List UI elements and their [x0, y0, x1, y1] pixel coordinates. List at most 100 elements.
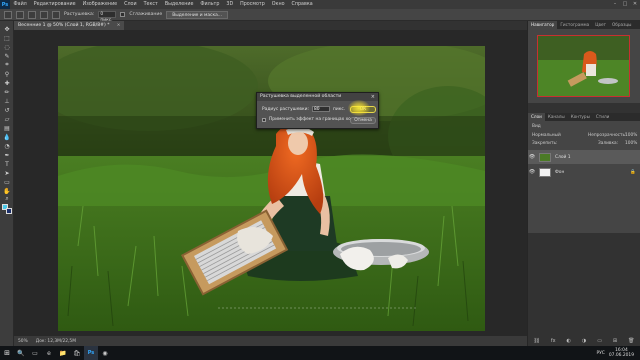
language-indicator[interactable]: РУС: [596, 351, 604, 356]
pen-tool-icon[interactable]: ✒: [2, 151, 12, 159]
start-button[interactable]: ⊞: [0, 346, 14, 360]
menu-3d[interactable]: 3D: [223, 2, 237, 7]
store-icon[interactable]: 🛍: [70, 346, 84, 360]
document-tab-bar: Весенние 1 @ 50% (Слой 1, RGB/8#) * ×: [14, 21, 527, 30]
eyedropper-icon[interactable]: ⚲: [2, 70, 12, 78]
select-and-mask-button[interactable]: Выделение и маска...: [166, 10, 228, 19]
link-layers-icon[interactable]: ⛓: [533, 338, 539, 346]
feather-label: Растушевка:: [64, 12, 95, 17]
zoom-level[interactable]: 50%: [18, 339, 28, 344]
subtract-selection-icon[interactable]: [40, 10, 48, 19]
history-brush-icon[interactable]: ↺: [2, 106, 12, 114]
eraser-icon[interactable]: ▱: [2, 115, 12, 123]
tab-navigator[interactable]: Навигатор: [528, 21, 558, 29]
maximize-icon[interactable]: □: [620, 0, 630, 9]
tab-channels[interactable]: Каналы: [545, 113, 568, 121]
lasso-tool-icon[interactable]: ◌: [2, 43, 12, 51]
tools-panel: ✥ ⬚ ◌ ✎ ⌗ ⚲ ✚ ✏ ⊥ ↺ ▱ ▤ 💧 ◔ ✒ T ➤ ▭ ✋ ⌕: [0, 21, 14, 346]
tab-histogram[interactable]: Гистограмма: [557, 21, 592, 29]
quick-select-icon[interactable]: ✎: [2, 52, 12, 60]
menu-image[interactable]: Изображение: [79, 2, 121, 7]
document-tab[interactable]: Весенние 1 @ 50% (Слой 1, RGB/8#) * ×: [14, 21, 124, 30]
menu-filter[interactable]: Фильтр: [197, 2, 223, 7]
photo-girl-in-grass: [58, 46, 485, 331]
layer-style-icon[interactable]: fx: [551, 338, 556, 346]
radius-input[interactable]: 80: [311, 106, 330, 112]
path-select-icon[interactable]: ➤: [2, 169, 12, 177]
blend-mode-select[interactable]: Нормальный: [532, 133, 561, 138]
background-color-swatch[interactable]: [6, 208, 12, 214]
menu-type[interactable]: Текст: [140, 2, 161, 7]
menu-window[interactable]: Окно: [268, 2, 288, 7]
layer-thumbnail: [539, 152, 551, 162]
search-icon[interactable]: 🔍: [14, 346, 28, 360]
window-controls: – □ ✕: [610, 0, 640, 9]
tab-color[interactable]: Цвет: [592, 21, 609, 29]
dialog-close-icon[interactable]: ×: [371, 93, 375, 101]
delete-layer-icon[interactable]: 🗑: [628, 338, 634, 346]
close-tab-icon[interactable]: ×: [117, 21, 121, 30]
apply-edges-checkbox[interactable]: [262, 117, 266, 122]
clock[interactable]: 16:04 07.06.2019: [609, 348, 634, 358]
antialias-checkbox[interactable]: [120, 12, 126, 17]
navigator-preview: [538, 36, 629, 96]
crop-tool-icon[interactable]: ⌗: [2, 61, 12, 69]
intersect-selection-icon[interactable]: [52, 10, 60, 19]
clone-stamp-icon[interactable]: ⊥: [2, 97, 12, 105]
healing-brush-icon[interactable]: ✚: [2, 79, 12, 87]
menu-edit[interactable]: Редактирование: [30, 2, 79, 7]
new-layer-icon[interactable]: ⊞: [613, 338, 617, 346]
menu-layers[interactable]: Слои: [121, 2, 140, 7]
feather-field[interactable]: 0 пикс.: [98, 11, 117, 23]
dodge-tool-icon[interactable]: ◔: [2, 142, 12, 150]
task-view-icon[interactable]: ▭: [28, 346, 42, 360]
layer-row-layer1[interactable]: 👁 Слой 1: [528, 150, 640, 164]
minimize-icon[interactable]: –: [610, 0, 620, 9]
file-explorer-icon[interactable]: 📁: [56, 346, 70, 360]
layer-row-background[interactable]: 👁 Фон 🔒: [528, 165, 640, 179]
menu-view[interactable]: Просмотр: [237, 2, 269, 7]
menu-help[interactable]: Справка: [288, 2, 316, 7]
blur-tool-icon[interactable]: 💧: [2, 133, 12, 141]
tab-swatches[interactable]: Образцы: [609, 21, 635, 29]
menu-file[interactable]: Файл: [10, 2, 30, 7]
shape-tool-icon[interactable]: ▭: [2, 178, 12, 186]
layer-kind-select[interactable]: Вид: [532, 124, 541, 129]
photoshop-logo-icon: Ps: [0, 0, 10, 9]
apply-edges-row: Применить эффект на границах холста: [262, 117, 361, 122]
new-selection-icon[interactable]: [16, 10, 24, 19]
visibility-eye-icon[interactable]: 👁: [528, 154, 536, 160]
marquee-tool-icon[interactable]: ⬚: [2, 34, 12, 42]
right-panels: Навигатор Гистограмма Цвет Образцы Слои …: [527, 21, 640, 346]
edge-browser-icon[interactable]: e: [42, 346, 56, 360]
dialog-title-bar[interactable]: Растушевка выделенной области ×: [257, 93, 378, 101]
tab-paths[interactable]: Контуры: [568, 113, 593, 121]
photoshop-taskbar-icon[interactable]: Ps: [84, 346, 98, 360]
hand-tool-icon[interactable]: ✋: [2, 187, 12, 195]
new-group-icon[interactable]: ▭: [597, 338, 602, 346]
gradient-tool-icon[interactable]: ▤: [2, 124, 12, 132]
navigator-thumbnail[interactable]: [537, 35, 630, 97]
status-bar: 50% Док: 12,3M/22,5M: [14, 336, 527, 346]
close-window-icon[interactable]: ✕: [630, 0, 640, 9]
tool-preset-icon[interactable]: [4, 10, 12, 19]
type-tool-icon[interactable]: T: [2, 160, 12, 168]
document-tab-title: Весенние 1 @ 50% (Слой 1, RGB/8#) *: [18, 23, 110, 28]
tab-styles[interactable]: Стили: [593, 113, 612, 121]
move-tool-icon[interactable]: ✥: [2, 25, 12, 33]
visibility-eye-icon[interactable]: 👁: [528, 169, 536, 175]
adjustment-layer-icon[interactable]: ◑: [582, 338, 586, 346]
document-canvas[interactable]: [58, 46, 485, 331]
zoom-tool-icon[interactable]: ⌕: [2, 195, 12, 203]
tab-layers[interactable]: Слои: [528, 113, 545, 121]
recorder-app-icon[interactable]: ◉: [98, 346, 112, 360]
fill-value[interactable]: 100%: [625, 141, 637, 146]
opacity-value[interactable]: 100%: [625, 133, 637, 138]
brush-tool-icon[interactable]: ✏: [2, 88, 12, 96]
ok-button[interactable]: ОК: [350, 106, 376, 113]
add-mask-icon[interactable]: ◐: [567, 338, 571, 346]
add-selection-icon[interactable]: [28, 10, 36, 19]
cancel-button[interactable]: Отмена: [350, 117, 376, 124]
layer-thumbnail: [539, 167, 551, 177]
menu-select[interactable]: Выделение: [161, 2, 197, 7]
